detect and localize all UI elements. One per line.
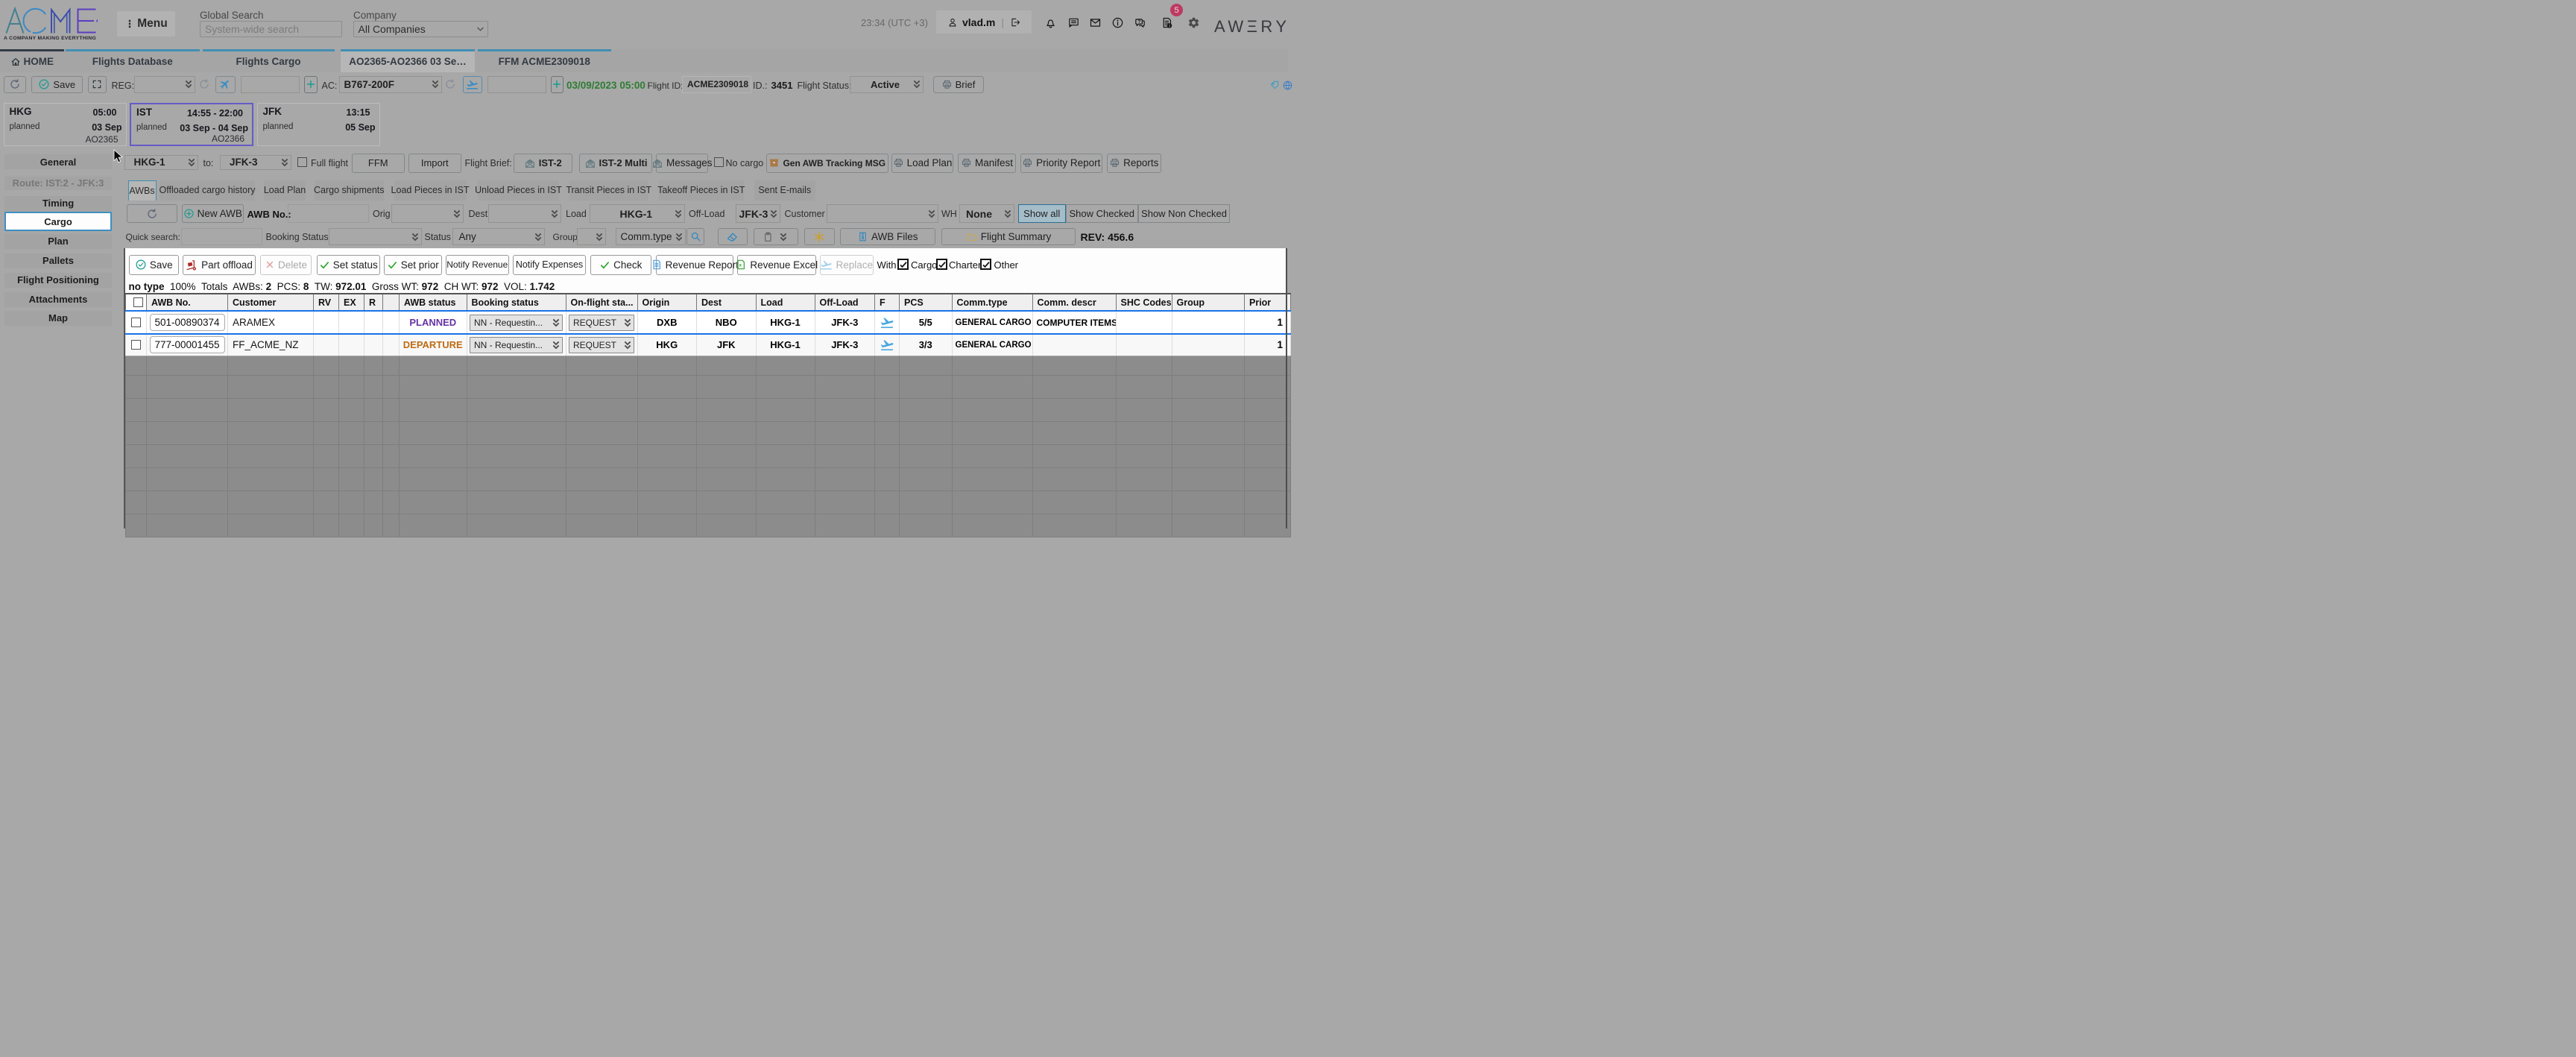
svg-text:x: x bbox=[739, 263, 742, 268]
svg-text:?: ? bbox=[1137, 20, 1140, 25]
